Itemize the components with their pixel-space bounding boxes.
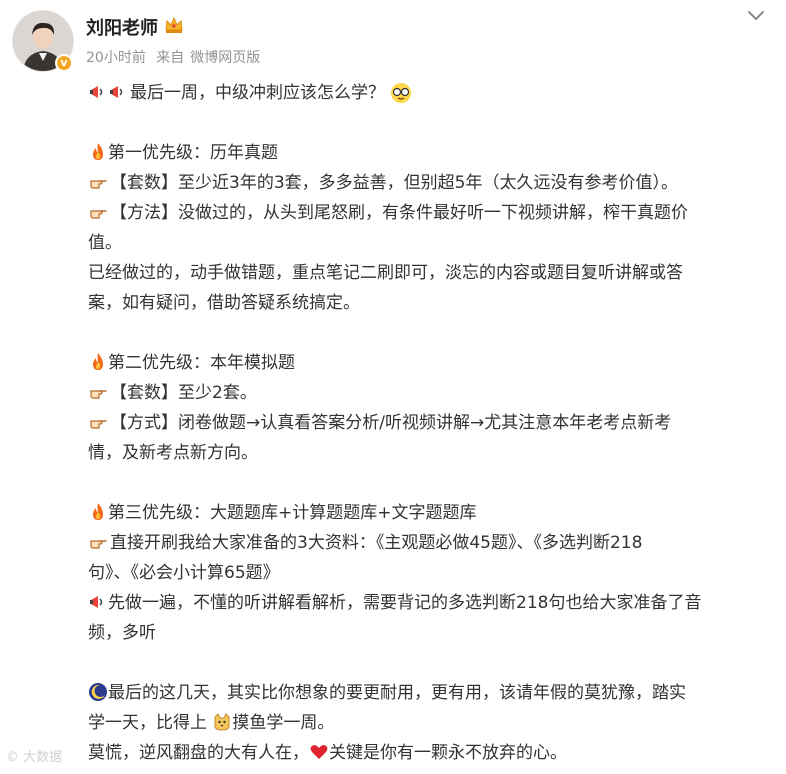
text-line: 频，多听 xyxy=(88,623,156,643)
post-content: 最后一周，中级冲刺应该怎么学？ 第一优先级：历年真题 【套数】至少近3年的3套，… xyxy=(88,78,768,768)
fire-icon xyxy=(88,352,108,372)
text-line: 案，如有疑问，借助答疑系统搞定。 xyxy=(88,293,360,313)
section-3-item: 直接开刷我给大家准备的3大资料：《主观题必做45题》、《多选判断218 xyxy=(88,528,768,558)
fire-icon xyxy=(88,502,108,522)
section-1-item: 【方法】没做过的，从头到尾怒刷，有条件最好听一下视频讲解，榨干真题价 xyxy=(88,198,768,228)
post-meta: 20小时前 来自 微博网页版 xyxy=(86,47,266,67)
pointing-hand-icon xyxy=(88,172,108,192)
megaphone-icon xyxy=(108,82,128,102)
cat-icon xyxy=(212,712,232,732)
closing-line: 学一天，比得上 摸鱼学一周。 xyxy=(88,712,335,733)
verified-badge: v xyxy=(55,54,73,72)
section-1-title: 第一优先级：历年真题 xyxy=(88,138,768,168)
closing-line: 最后的这几天，其实比你想象的要更耐用，更有用，该请年假的莫犹豫，踏实 xyxy=(88,678,768,708)
moon-icon xyxy=(88,682,108,702)
section-2-title: 第二优先级：本年模拟题 xyxy=(88,348,768,378)
watermark: © 大数据 xyxy=(6,750,63,765)
section-2-item: 【方式】闭卷做题→认真看答案分析/听视频讲解→尤其注意本年老考点新考 xyxy=(88,408,768,438)
chevron-down-icon xyxy=(748,11,764,20)
text-line: 已经做过的，动手做错题，重点笔记二刷即可，淡忘的内容或题目复听讲解或答 xyxy=(88,263,683,283)
post-header: v 刘阳老师 20小时前 来自 微博网页版 xyxy=(0,0,786,80)
heart-icon xyxy=(309,742,329,762)
more-options-button[interactable] xyxy=(744,6,768,26)
post-time[interactable]: 20小时前 xyxy=(86,50,146,66)
pointing-hand-icon xyxy=(88,382,108,402)
section-2-item: 【套数】至少2套。 xyxy=(88,378,768,408)
closing-line: 莫慌，逆风翻盘的大有人在， 关键是你有一颗永不放弃的心。 xyxy=(88,742,567,763)
section-3-item: 先做一遍，不懂的听讲解看解析，需要背记的多选判断218句也给大家准备了音 xyxy=(88,588,768,618)
text-line: 值。 xyxy=(88,233,122,253)
megaphone-icon xyxy=(88,592,108,612)
text-line: 句》、《必会小计算65题》 xyxy=(88,563,280,583)
pointing-hand-icon xyxy=(88,202,108,222)
megaphone-icon xyxy=(88,82,108,102)
headline-text: 最后一周，中级冲刺应该怎么学？ xyxy=(130,83,385,103)
watermark-logo-icon: © xyxy=(6,750,19,765)
author-name[interactable]: 刘阳老师 xyxy=(86,14,158,40)
source-prefix: 来自 xyxy=(156,50,185,66)
crown-icon xyxy=(163,14,185,36)
section-1-item: 【套数】至少近3年的3套，多多益善，但别超5年（太久远没有参考价值）。 xyxy=(88,168,768,198)
headline: 最后一周，中级冲刺应该怎么学？ xyxy=(88,78,768,108)
pointing-hand-icon xyxy=(88,532,108,552)
pointing-hand-icon xyxy=(88,412,108,432)
post-source: 微博网页版 xyxy=(190,50,261,66)
section-3-title: 第三优先级：大题题库+计算题题库+文字题题库 xyxy=(88,498,768,528)
fire-icon xyxy=(88,142,108,162)
text-line: 情，及新考点新方向。 xyxy=(88,443,258,463)
glasses-emoji-icon xyxy=(390,82,412,103)
